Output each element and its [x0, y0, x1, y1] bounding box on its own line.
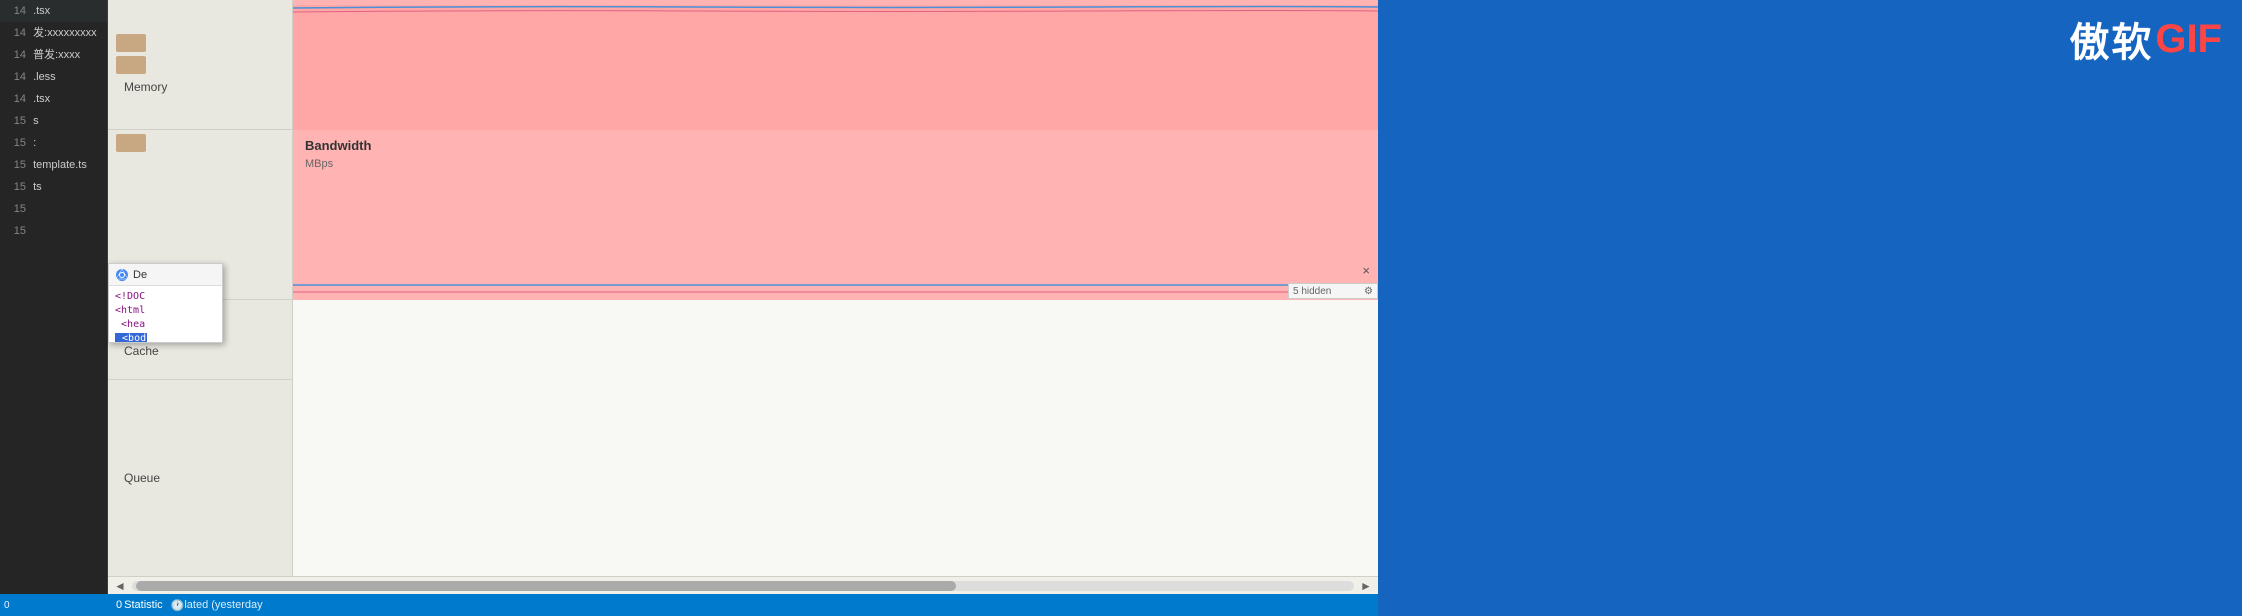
memory-bar-2 [116, 56, 146, 74]
file-item[interactable]: 15 ts [0, 176, 107, 198]
statistic-label: Statistic [124, 599, 163, 611]
file-item[interactable]: 15 s [0, 110, 107, 132]
close-button[interactable]: × [1362, 263, 1370, 278]
bandwidth-chart-area: Bandwidth MBps [293, 130, 1378, 300]
devtools-popup-header: De [109, 264, 222, 286]
file-item[interactable]: 14 .tsx [0, 88, 107, 110]
scroll-left-arrow[interactable]: ◄ [112, 578, 128, 594]
scrollbar-track[interactable] [132, 581, 1354, 591]
stat-bar-row [116, 56, 284, 74]
scrollbar-area[interactable]: ◄ ► [108, 576, 1378, 594]
line-number: 15 [6, 156, 26, 174]
hidden-count: 5 hidden [1293, 286, 1331, 297]
line-number: 15 [6, 200, 26, 218]
file-item[interactable]: 14 普发:xxxx [0, 44, 107, 66]
line-number: 15 [6, 178, 26, 196]
file-name: ts [33, 181, 42, 193]
file-name: .tsx [33, 5, 50, 17]
file-item[interactable]: 14 .tsx [0, 0, 107, 22]
line-number: 14 [6, 46, 26, 64]
clock-icon: 🕐 [171, 599, 185, 612]
line-number: 14 [6, 24, 26, 42]
last-updated-label: lated (yesterday [184, 599, 262, 611]
code-editor-panel: 14 .tsx 14 发:xxxxxxxxx 14 普发:xxxx 14 .le… [0, 0, 108, 616]
watermark-chinese: 傲软 [2069, 10, 2153, 68]
file-name: .less [33, 71, 56, 83]
scroll-right-arrow[interactable]: ► [1358, 578, 1374, 594]
code-line-4: <bod [115, 332, 216, 342]
memory-fill [293, 5, 1378, 130]
file-name: 发:xxxxxxxxx [33, 27, 97, 39]
line-number: 15 [6, 134, 26, 152]
file-name: template.ts [33, 159, 87, 171]
memory-chart-area [293, 0, 1378, 130]
devtools-title: De [133, 269, 147, 281]
devtools-area: Memory Cache Queue [108, 0, 1378, 616]
watermark-container: 傲软 GIF [2069, 10, 2222, 68]
chart-area: Bandwidth MBps [293, 0, 1378, 576]
code-line-2: <html [115, 304, 216, 318]
devtools-popup[interactable]: De <!DOC <html <hea <bod <di [108, 263, 223, 343]
line-number: 14 [6, 2, 26, 20]
file-name: .tsx [33, 93, 50, 105]
code-line-3: <hea [115, 318, 216, 332]
file-item[interactable]: 14 .less [0, 66, 107, 88]
line-number: 14 [6, 90, 26, 108]
line-number: 15 [6, 112, 26, 130]
file-item[interactable]: 15 [0, 198, 107, 220]
empty-chart-area [293, 300, 1378, 576]
memory-sidebar-section: Memory [108, 0, 292, 130]
bandwidth-chart-svg [293, 130, 1378, 300]
devtools-popup-content: <!DOC <html <hea <bod <di [109, 286, 222, 342]
bandwidth-bar [116, 134, 146, 152]
file-name: s [33, 115, 39, 127]
selected-line: <bod [115, 333, 147, 342]
file-item[interactable]: 15 template.ts [0, 154, 107, 176]
file-item[interactable]: 15 : [0, 132, 107, 154]
settings-icon[interactable]: ⚙ [1364, 286, 1373, 297]
stat-bar-row [116, 34, 284, 52]
watermark-gif: GIF [2155, 17, 2222, 62]
zero-indicator: 0 [116, 599, 122, 611]
line-number: 14 [6, 68, 26, 86]
chrome-icon [115, 268, 129, 282]
queue-sidebar-section: Queue [108, 380, 292, 576]
memory-chart-svg [293, 0, 1378, 130]
code-line-1: <!DOC [115, 290, 216, 304]
memory-label: Memory [116, 76, 175, 98]
line-number: 15 [6, 222, 26, 240]
file-name: : [33, 137, 36, 149]
file-item[interactable]: 14 发:xxxxxxxxx [0, 22, 107, 44]
scrollbar-thumb[interactable] [136, 581, 956, 591]
cursor-position [828, 577, 830, 595]
hidden-panel[interactable]: 5 hidden ⚙ [1288, 283, 1378, 299]
file-name: 普发:xxxx [33, 49, 80, 61]
status-bar: 0 Statistic 🕐 lated (yesterday [108, 594, 1378, 616]
memory-bar [116, 34, 146, 52]
right-panel: 傲软 GIF [1378, 0, 2242, 616]
file-item[interactable]: 15 [0, 220, 107, 242]
queue-label: Queue [116, 467, 168, 489]
